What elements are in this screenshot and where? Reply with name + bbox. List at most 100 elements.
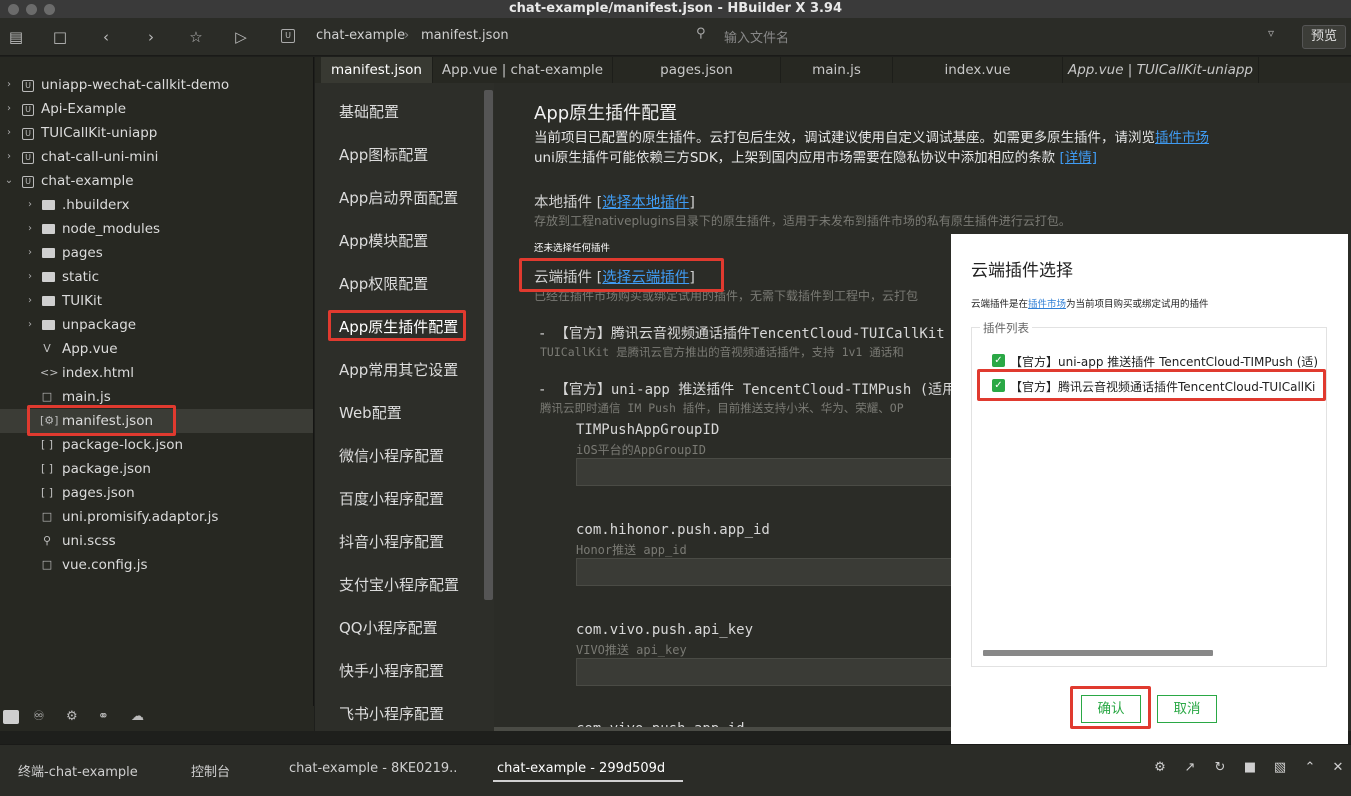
chevron-right-icon[interactable]: › [25,289,35,313]
dialog-title: 云端插件选择 [971,261,1073,281]
cloud-icon[interactable]: ☁ [131,709,144,724]
breadcrumb-file[interactable]: manifest.json [421,28,509,43]
honor-app-id-input[interactable] [576,558,956,586]
config-nav-scrollbar[interactable] [484,90,493,600]
vivo-api-key-input[interactable] [576,658,956,686]
tab-index-vue[interactable]: index.vue [893,57,1063,83]
tree-item-pages-json[interactable]: [ ] pages.json [0,481,313,505]
tree-item-unpackage[interactable]: › unpackage [0,313,313,337]
config-nav-item[interactable]: App模块配置 [339,230,428,251]
tree-item-tuikit[interactable]: › TUIKit [0,289,313,313]
folder-icon [41,313,55,339]
highlight-native-plugin-nav [328,310,466,341]
config-nav-item[interactable]: 百度小程序配置 [339,488,444,509]
main-horizontal-scrollbar[interactable] [494,727,954,731]
save-icon[interactable]: □ [50,27,70,47]
run-icon[interactable]: ▷ [231,27,251,47]
stop-icon[interactable]: ■ [1241,759,1259,777]
star-icon[interactable]: ☆ [186,27,206,47]
tree-item-label: node_modules [62,221,161,237]
chevron-right-icon[interactable]: › [4,97,14,121]
details-link[interactable]: [详情] [1059,150,1097,166]
bug-icon[interactable]: ⚙ [1151,759,1169,777]
tree-item-package-json[interactable]: [ ] package.json [0,457,313,481]
git-icon[interactable]: ⚭ [98,709,109,724]
tab-pages-json[interactable]: pages.json [613,57,781,83]
timpush-appgroupid-input[interactable] [576,458,956,486]
bug-icon[interactable]: ⚙ [66,709,78,724]
tab-terminal[interactable]: 终端-chat-example [18,761,138,780]
tree-item-api-example[interactable]: › U Api-Example [0,97,313,121]
chevron-right-icon[interactable]: › [4,145,14,169]
outline-icon[interactable]: ▤ [6,27,26,47]
highlight-callkit-item [977,369,1326,401]
tree-item-node-modules[interactable]: › node_modules [0,217,313,241]
chevron-right-icon[interactable]: › [4,73,14,97]
field-desc: iOS平台的AppGroupID [576,443,706,457]
config-nav-item[interactable]: Web配置 [339,402,402,423]
config-nav-item[interactable]: 快手小程序配置 [339,660,444,681]
explorer-icon[interactable] [3,710,19,724]
config-nav-item[interactable]: App常用其它设置 [339,359,458,380]
tree-item-vue-config-js[interactable]: □ vue.config.js [0,553,313,577]
file-search-input[interactable]: ⚲ 输入文件名 ▿ [694,24,1294,48]
chevron-right-icon[interactable]: › [25,193,35,217]
config-nav-item[interactable]: 微信小程序配置 [339,445,444,466]
chevron-right-icon[interactable]: › [4,121,14,145]
config-nav-item[interactable]: App权限配置 [339,273,428,294]
tree-item-package-lock-json[interactable]: [ ] package-lock.json [0,433,313,457]
chevron-right-icon[interactable]: › [25,313,35,337]
breadcrumb-project[interactable]: chat-example [316,28,405,43]
tree-item-uniapp-wechat-callkit-demo[interactable]: › Uuniapp-wechat-callkit-demo [0,73,313,97]
config-nav-item[interactable]: QQ小程序配置 [339,617,438,638]
select-local-plugin-link[interactable]: 选择本地插件 [602,195,689,211]
tree-item-uni-scss[interactable]: ⚲ uni.scss [0,529,313,553]
dialog-plugin-market-link[interactable]: 插件市场 [1028,299,1066,310]
refresh-icon[interactable]: ↻ [1211,759,1229,777]
chevron-right-icon[interactable]: › [25,217,35,241]
minimize-window-button[interactable] [26,4,37,15]
tree-item-tuicallkit-uniapp[interactable]: › U TUICallKit-uniapp [0,121,313,145]
chevron-right-icon[interactable]: › [25,265,35,289]
tree-item-chat-example[interactable]: ⌄ Uchat-example [0,169,313,193]
dialog-subtitle-pre: 云端插件是在 [971,299,1029,310]
zoom-window-button[interactable] [44,4,55,15]
tree-item-chat-call-uni-mini[interactable]: › Uchat-call-uni-mini [0,145,313,169]
chevron-up-icon[interactable]: ⌃ [1301,759,1319,777]
back-icon[interactable]: ‹ [96,27,116,47]
config-nav-item[interactable]: 飞书小程序配置 [339,703,444,724]
tree-item-hbuilderx[interactable]: › .hbuilderx [0,193,313,217]
chevron-down-icon[interactable]: ⌄ [4,169,14,193]
config-nav-item[interactable]: 抖音小程序配置 [339,531,444,552]
close-window-button[interactable] [8,4,19,15]
cancel-button[interactable]: 取消 [1157,695,1217,723]
chevron-right-icon[interactable]: › [25,241,35,265]
filter-icon[interactable]: ▿ [1268,26,1274,40]
tree-item-static[interactable]: › static [0,265,313,289]
config-nav-item[interactable]: 支付宝小程序配置 [339,574,459,595]
forward-icon[interactable]: › [141,27,161,47]
tab-app-vue[interactable]: App.vue | chat-example [433,57,613,83]
tab-manifest[interactable]: manifest.json [321,57,433,83]
tab-log-299[interactable]: chat-example - 299d509d [497,761,665,776]
file-icon: V [43,342,51,355]
binoculars-icon[interactable]: ♾ [33,709,45,724]
tab-log-8ke[interactable]: chat-example - 8KE0219.. [289,761,457,776]
tab-app-vue-callkit[interactable]: App.vue | TUICallKit-uniapp [1063,57,1259,83]
tab-console[interactable]: 控制台 [191,761,230,780]
plugin-market-link[interactable]: 插件市场 [1155,130,1209,146]
checkbox-checked-icon[interactable]: ✓ [992,354,1005,367]
tab-main-js[interactable]: main.js [781,57,893,83]
clear-icon[interactable]: ▧ [1271,759,1289,777]
tree-item-pages[interactable]: › pages [0,241,313,265]
tree-item-uni-promisify-adaptor-js[interactable]: □ uni.promisify.adaptor.js [0,505,313,529]
config-nav-item[interactable]: App启动界面配置 [339,187,458,208]
preview-button[interactable]: 预览 [1302,25,1346,49]
tree-item-index-html[interactable]: <> index.html [0,361,313,385]
export-icon[interactable]: ↗ [1181,759,1199,777]
plugin-list-scrollbar[interactable] [983,650,1213,656]
config-nav-item[interactable]: 基础配置 [339,101,399,122]
tree-item-app-vue[interactable]: V App.vue [0,337,313,361]
config-nav-item[interactable]: App图标配置 [339,144,428,165]
close-panel-icon[interactable]: ✕ [1329,759,1347,777]
